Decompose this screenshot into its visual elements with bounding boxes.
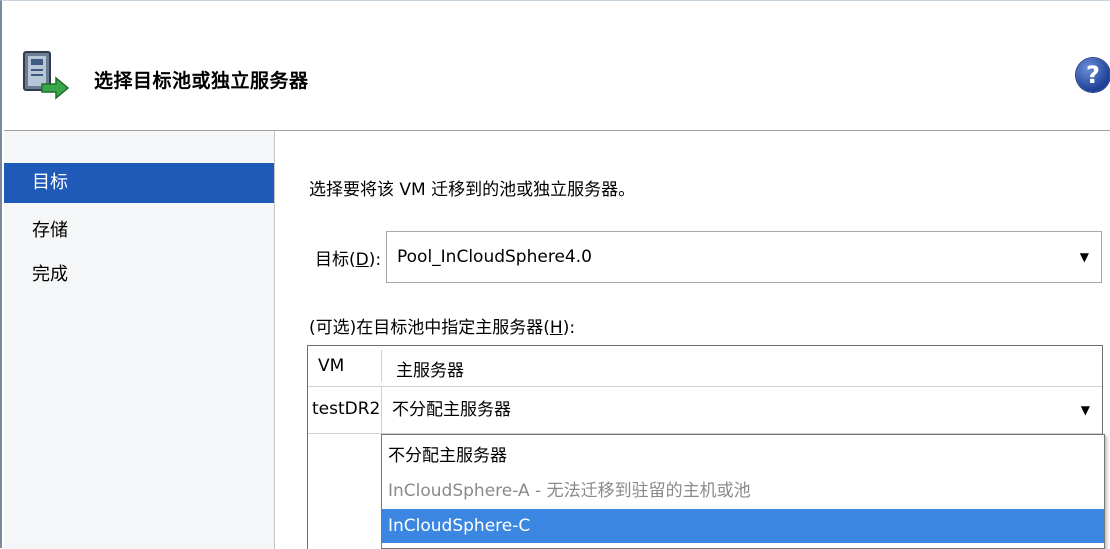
home-server-cell-select[interactable]: 不分配主服务器 ▼ [381,387,1102,433]
help-icon[interactable]: ? [1076,58,1110,92]
main-panel: 选择要将该 VM 迁移到的池或独立服务器。 目标(D): Pool_InClou… [275,131,1110,549]
column-header-home-server[interactable]: 主服务器 [396,356,464,381]
instruction-text: 选择要将该 VM 迁移到的池或独立服务器。 [309,180,636,200]
cell-vm-name: testDR2 [312,399,381,419]
chevron-down-icon[interactable]: ▼ [1080,232,1089,282]
target-label: 目标(D): [315,250,382,270]
dropdown-option-incloudsphere-c[interactable]: InCloudSphere-C [382,509,1104,543]
target-select[interactable]: Pool_InCloudSphere4.0 ▼ [386,231,1102,283]
column-header-vm[interactable]: VM [318,356,344,376]
home-server-label: (可选)在目标池中指定主服务器(H): [309,318,576,338]
wizard-window: 选择目标池或独立服务器 ? 目标 存储 完成 选择要将该 VM 迁移到的池或独立… [0,0,1110,549]
dropdown-option-no-home-server[interactable]: 不分配主服务器 [382,439,1104,473]
target-select-value: Pool_InCloudSphere4.0 [397,247,592,267]
server-migrate-icon [22,50,72,104]
grid-header: VM 主服务器 [308,346,1102,387]
home-server-dropdown-list: 不分配主服务器 InCloudSphere-A - 无法迁移到驻留的主机或池 I… [381,434,1105,549]
wizard-steps-sidebar: 目标 存储 完成 [4,131,275,549]
wizard-header: 选择目标池或独立服务器 ? [4,2,1110,131]
table-row[interactable]: testDR2 不分配主服务器 ▼ [308,387,1102,434]
sidebar-item-storage[interactable]: 存储 [4,211,274,251]
dropdown-option-incloudsphere-a: InCloudSphere-A - 无法迁移到驻留的主机或池 [388,481,751,501]
chevron-down-icon[interactable]: ▼ [1081,387,1090,433]
column-divider [381,350,382,382]
page-title: 选择目标池或独立服务器 [94,70,309,92]
sidebar-item-finish[interactable]: 完成 [4,255,274,295]
sidebar-item-target[interactable]: 目标 [4,163,274,203]
home-server-cell-value: 不分配主服务器 [392,400,511,420]
